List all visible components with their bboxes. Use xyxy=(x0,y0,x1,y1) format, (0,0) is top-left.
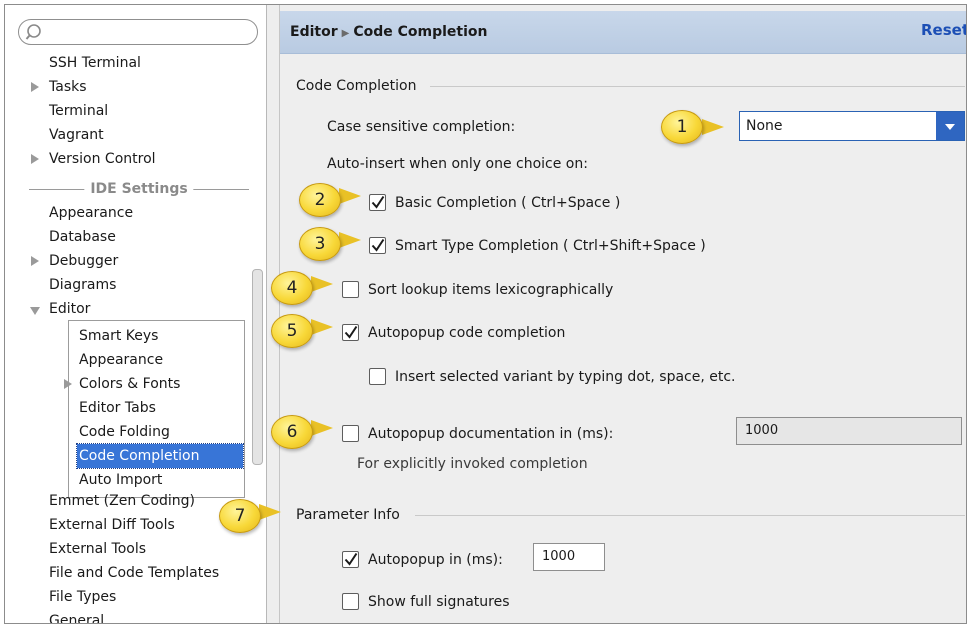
insert-selected-variant-label: Insert selected variant by typing dot, s… xyxy=(395,369,736,385)
settings-content-pane: Editor ▶ Code Completion Reset Code Comple… xyxy=(279,5,966,623)
tree-item-debugger[interactable]: Debugger xyxy=(49,249,118,273)
tree-item-editor-appearance[interactable]: Appearance xyxy=(79,348,163,372)
chevron-down-icon xyxy=(945,124,955,130)
tree-item-appearance[interactable]: Appearance xyxy=(49,201,133,225)
tree-item-general[interactable]: General xyxy=(49,609,104,623)
expand-arrow-icon[interactable] xyxy=(31,154,39,164)
tree-item-external-diff-tools[interactable]: External Diff Tools xyxy=(49,513,175,537)
settings-header: Editor ▶ Code Completion Reset xyxy=(280,11,966,55)
sort-lexicographically-label: Sort lookup items lexicographically xyxy=(368,282,614,298)
expand-arrow-icon[interactable] xyxy=(31,82,39,92)
tree-item-file-types[interactable]: File Types xyxy=(49,585,116,609)
search-icon xyxy=(25,24,41,40)
tree-item-version-control[interactable]: Version Control xyxy=(49,147,156,171)
callout-badge-5: 5 xyxy=(271,314,313,348)
callout-tail xyxy=(311,319,333,335)
tree-item-emmet[interactable]: Emmet (Zen Coding) xyxy=(49,489,195,513)
basic-completion-checkbox[interactable] xyxy=(369,194,386,211)
tree-item-external-tools[interactable]: External Tools xyxy=(49,537,146,561)
autopopup-completion-checkbox[interactable] xyxy=(342,324,359,341)
checkmark-icon xyxy=(344,552,358,566)
expand-arrow-icon[interactable] xyxy=(64,379,72,389)
tree-item-editor[interactable]: Editor xyxy=(49,297,90,321)
callout-tail xyxy=(702,119,724,135)
parameter-info-section-title: Parameter Info xyxy=(296,507,400,523)
explicit-completion-note: For explicitly invoked completion xyxy=(357,456,588,472)
autopopup-documentation-checkbox[interactable] xyxy=(342,425,359,442)
tree-item-code-folding[interactable]: Code Folding xyxy=(79,420,170,444)
dropdown-button[interactable] xyxy=(936,112,964,140)
callout-tail xyxy=(311,276,333,292)
tree-scrollbar[interactable] xyxy=(252,269,263,465)
tree-item-ssh-terminal[interactable]: SSH Terminal xyxy=(49,51,141,75)
callout-tail xyxy=(339,188,361,204)
tree-item-terminal[interactable]: Terminal xyxy=(49,99,108,123)
callout-tail xyxy=(339,232,361,248)
show-full-signatures-checkbox[interactable] xyxy=(342,593,359,610)
parameter-autopopup-checkbox[interactable] xyxy=(342,551,359,568)
tree-item-tasks[interactable]: Tasks xyxy=(49,75,87,99)
autopopup-documentation-label: Autopopup documentation in (ms): xyxy=(368,426,614,442)
autopopup-documentation-delay-field[interactable]: 1000 xyxy=(736,417,962,445)
basic-completion-label: Basic Completion ( Ctrl+Space ) xyxy=(395,195,621,211)
breadcrumb-arrow-icon: ▶ xyxy=(341,28,350,39)
parameter-autopopup-delay-field[interactable]: 1000 xyxy=(533,543,605,571)
smart-type-completion-checkbox[interactable] xyxy=(369,237,386,254)
callout-badge-1: 1 xyxy=(661,110,703,144)
auto-insert-label: Auto-insert when only one choice on: xyxy=(327,156,588,172)
checkmark-icon xyxy=(344,325,358,339)
case-sensitive-label: Case sensitive completion: xyxy=(327,119,516,135)
callout-tail xyxy=(311,420,333,436)
callout-tail xyxy=(259,504,281,520)
callout-badge-6: 6 xyxy=(271,415,313,449)
callout-badge-7: 7 xyxy=(219,499,261,533)
show-full-signatures-label: Show full signatures xyxy=(368,594,510,610)
tree-item-database[interactable]: Database xyxy=(49,225,116,249)
code-completion-section-title: Code Completion xyxy=(296,78,417,94)
tree-item-vagrant[interactable]: Vagrant xyxy=(49,123,104,147)
parameter-autopopup-label: Autopopup in (ms): xyxy=(368,552,503,568)
expand-arrow-icon[interactable] xyxy=(31,256,39,266)
tree-item-file-and-code-templates[interactable]: File and Code Templates xyxy=(49,561,219,585)
ide-settings-separator: IDE Settings xyxy=(29,177,249,201)
sort-lexicographically-checkbox[interactable] xyxy=(342,281,359,298)
reset-link[interactable]: Reset xyxy=(921,11,966,49)
section-divider xyxy=(430,86,965,87)
ide-settings-label: IDE Settings xyxy=(84,177,194,201)
tree-item-colors-fonts[interactable]: Colors & Fonts xyxy=(79,372,180,396)
insert-selected-variant-checkbox[interactable] xyxy=(369,368,386,385)
case-sensitive-dropdown[interactable]: None xyxy=(739,111,965,141)
smart-type-completion-label: Smart Type Completion ( Ctrl+Shift+Space… xyxy=(395,238,706,254)
tree-item-editor-tabs[interactable]: Editor Tabs xyxy=(79,396,156,420)
search-input[interactable] xyxy=(18,19,258,45)
settings-window: SSH Terminal Tasks Terminal Vagrant Vers… xyxy=(4,4,967,624)
callout-badge-4: 4 xyxy=(271,271,313,305)
checkmark-icon xyxy=(371,195,385,209)
callout-badge-2: 2 xyxy=(299,183,341,217)
breadcrumb-current: Code Completion xyxy=(353,24,488,40)
breadcrumb-parent: Editor xyxy=(290,24,338,40)
tree-item-code-completion[interactable]: Code Completion xyxy=(76,443,244,469)
editor-subtree: Smart Keys Appearance Colors & Fonts Edi… xyxy=(64,320,245,498)
breadcrumb: Editor ▶ Code Completion xyxy=(290,11,487,55)
section-divider xyxy=(415,515,965,516)
tree-item-diagrams[interactable]: Diagrams xyxy=(49,273,116,297)
checkmark-icon xyxy=(371,238,385,252)
collapse-arrow-icon[interactable] xyxy=(30,307,40,315)
autopopup-completion-label: Autopopup code completion xyxy=(368,325,566,341)
callout-badge-3: 3 xyxy=(299,227,341,261)
case-sensitive-value: None xyxy=(746,118,783,134)
tree-item-smart-keys[interactable]: Smart Keys xyxy=(79,324,158,348)
